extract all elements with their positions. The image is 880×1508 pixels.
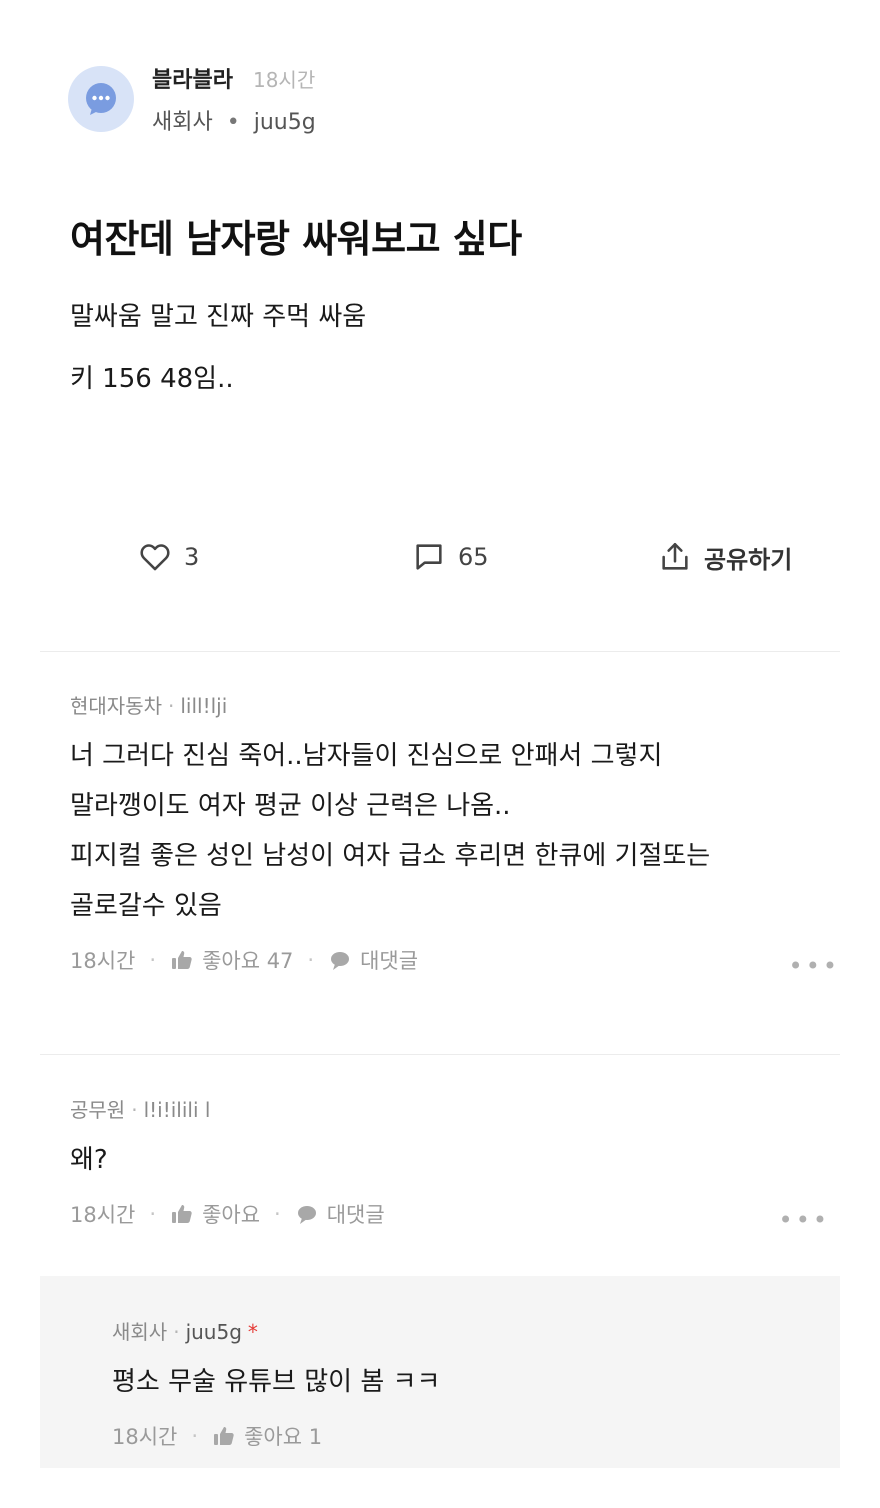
reply-text: 평소 무술 유튜브 많이 봄 ㅋㅋ — [112, 1367, 441, 1397]
comment-line: 너 그러다 진심 죽어..남자들이 진심으로 안패서 그렇지 — [70, 741, 663, 771]
reply-container: 새회사 · juu5g * 평소 무술 유튜브 많이 봄 ㅋㅋ 18시간 · 좋아요 … — [40, 1276, 840, 1468]
comment-username: lill!lji — [180, 694, 228, 718]
like-button[interactable]: 3 — [138, 530, 199, 584]
meta-dot: · — [149, 948, 157, 972]
meta-dot: · — [274, 1202, 281, 1226]
comment-item: 현대자동차 · lill!lji 너 그러다 진심 죽어..남자들이 진심으로 안패… — [70, 690, 840, 980]
post-body: 말싸움 말고 진짜 주먹 싸움 키 156 48임.. — [70, 286, 366, 410]
comment-text: 너 그러다 진심 죽어..남자들이 진심으로 안패서 그렇지 말라깽이도 여자 … — [70, 731, 840, 931]
comment-like-label: 좋아요 — [202, 1203, 261, 1227]
reply-company: 새회사 — [112, 1320, 168, 1344]
meta-dot: · — [131, 1098, 138, 1122]
post-header: 블라블라 18시간 새회사 • juu5g — [68, 62, 316, 136]
chat-bubble-icon — [86, 83, 116, 115]
comment-time: 18시간 — [70, 949, 136, 973]
comment-reply-button[interactable]: 대댓글 — [295, 1199, 385, 1229]
share-button[interactable]: 공유하기 — [658, 530, 792, 584]
comment-footer: 18시간 · 좋아요 47 · 대댓글 — [70, 945, 840, 975]
comment-line: 골로갈수 있음 — [70, 891, 222, 921]
more-options-icon[interactable]: ••• — [779, 1206, 830, 1234]
meta-dot: · — [191, 1424, 199, 1448]
reply-username: juu5g — [185, 1320, 242, 1344]
comment-company: 현대자동차 — [70, 694, 162, 718]
comment-reply-button[interactable]: 대댓글 — [328, 945, 418, 975]
meta-dot: · — [307, 948, 315, 972]
share-label: 공유하기 — [704, 545, 793, 574]
comment-like-label: 좋아요 47 — [202, 949, 294, 973]
comment-count: 65 — [458, 543, 489, 571]
comment-footer: 18시간 · 좋아요 · 대댓글 — [70, 1199, 840, 1229]
reply-author: 새회사 · juu5g * — [112, 1316, 440, 1345]
comment-like-button[interactable]: 좋아요 47 — [170, 945, 293, 975]
comment-reply-label: 대댓글 — [360, 949, 419, 973]
more-options-icon[interactable]: ••• — [789, 952, 840, 980]
comment-line: 말라깽이도 여자 평균 이상 근력은 나옴.. — [70, 791, 511, 821]
board-avatar[interactable] — [68, 66, 134, 132]
reply-item: 새회사 · juu5g * 평소 무술 유튜브 많이 봄 ㅋㅋ 18시간 · 좋아요 … — [112, 1316, 440, 1451]
comment-text: 왜? — [70, 1135, 840, 1185]
like-count: 3 — [184, 543, 200, 571]
meta-dot: · — [173, 1320, 180, 1344]
speech-bubble-icon — [331, 952, 350, 970]
post-body-line: 말싸움 말고 진짜 주먹 싸움 — [70, 302, 367, 332]
share-icon — [662, 542, 688, 570]
reply-like-button[interactable]: 좋아요 1 — [212, 1421, 322, 1451]
post-action-bar: 3 65 공유하기 — [0, 530, 880, 584]
comment-line: 피지컬 좋은 성인 남성이 여자 급소 후리면 한큐에 기절또는 — [70, 841, 711, 871]
reply-like-label: 좋아요 1 — [244, 1425, 323, 1449]
author-mark: * — [247, 1320, 258, 1344]
thumbs-up-icon — [172, 1205, 192, 1223]
author-company: 새회사 — [152, 110, 213, 135]
reply-footer: 18시간 · 좋아요 1 — [112, 1421, 440, 1451]
comment-icon — [416, 544, 442, 570]
post-title: 여잔데 남자랑 싸워보고 싶다 — [70, 217, 522, 261]
heart-icon — [140, 544, 170, 571]
comment-time: 18시간 — [70, 1203, 136, 1227]
comment-company: 공무원 — [70, 1098, 126, 1122]
speech-bubble-icon — [297, 1206, 316, 1224]
meta-dot: · — [168, 694, 175, 718]
reply-time: 18시간 — [112, 1425, 178, 1449]
comment-like-button[interactable]: 좋아요 — [170, 1199, 260, 1229]
comment-username: l!i!ilili l — [143, 1098, 211, 1122]
post-body-line: 키 156 48임.. — [70, 364, 234, 394]
comment-button[interactable]: 65 — [412, 530, 489, 584]
comment-reply-label: 대댓글 — [326, 1203, 385, 1227]
board-name[interactable]: 블라블라 — [152, 62, 233, 94]
comment-author: 현대자동차 · lill!lji — [70, 690, 840, 719]
thumbs-up-icon — [172, 951, 192, 969]
section-divider — [40, 1054, 840, 1055]
post-time: 18시간 — [252, 68, 316, 92]
meta-dot: • — [226, 110, 240, 135]
meta-dot: · — [149, 1202, 157, 1226]
comment-line: 왜? — [70, 1145, 108, 1175]
thumbs-up-icon — [214, 1427, 234, 1445]
author-username: juu5g — [253, 110, 316, 135]
section-divider — [40, 651, 840, 652]
comment-item: 공무원 · l!i!ilili l 왜? 18시간 · 좋아요 · 대댓글 ••• — [70, 1094, 840, 1234]
comment-author: 공무원 · l!i!ilili l — [70, 1094, 840, 1123]
